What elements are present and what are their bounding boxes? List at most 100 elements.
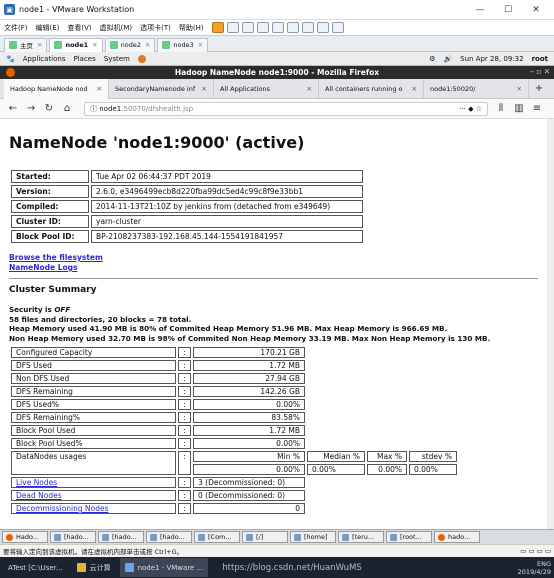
decommissioning-nodes-link[interactable]: Decommissioning Nodes (16, 504, 109, 513)
close-tab-icon[interactable]: ✕ (517, 85, 522, 93)
places-menu[interactable]: Places (73, 55, 95, 63)
taskbar-item[interactable]: [hado... (98, 531, 144, 543)
files-line: 58 files and directories, 20 blocks = 78… (9, 314, 192, 324)
close-tab-icon[interactable]: ✕ (97, 85, 102, 93)
menu-help[interactable]: 帮助(H) (179, 23, 204, 33)
console-view-icon[interactable] (316, 22, 329, 33)
snapshot-manager-icon[interactable] (271, 22, 284, 33)
applications-menu[interactable]: Applications (23, 55, 66, 63)
url-bar[interactable]: ⓘ node1:50070/dfshealth.jsp ··· ◆ ☆ (84, 101, 488, 116)
close-tab-icon[interactable]: ✕ (198, 41, 203, 49)
page-actions-icon[interactable]: ··· (459, 105, 466, 113)
library-icon[interactable]: ⫴ (494, 103, 508, 114)
host-date[interactable]: 2019/4/29 (518, 568, 551, 576)
live-nodes-link[interactable]: Live Nodes (16, 478, 57, 487)
vm-tab-node1[interactable]: node1 ✕ (49, 37, 103, 52)
tab-namenode[interactable]: Hadoop NameNode nod ✕ (4, 78, 109, 99)
table-row: Started: Tue Apr 02 06:44:37 PDT 2019 (11, 170, 363, 183)
close-tab-icon[interactable]: ✕ (92, 41, 97, 49)
summary-value: 83.58% (193, 412, 305, 423)
taskbar-item[interactable]: [root... (386, 531, 432, 543)
browse-filesystem-link[interactable]: Browse the filesystem (9, 253, 103, 262)
table-row: Compiled: 2014-11-13T21:10Z by jenkins fr… (11, 200, 363, 213)
system-menu[interactable]: System (104, 55, 130, 63)
tab-all-applications[interactable]: All Applications ✕ (214, 78, 319, 99)
bookmark-star-icon[interactable]: ☆ (476, 105, 482, 113)
table-row: Block Pool Used%:0.00% (11, 438, 457, 449)
vm-tab-home[interactable]: 主页 ✕ (4, 37, 48, 52)
taskbar-item[interactable]: [hado... (146, 531, 192, 543)
maximize-button[interactable]: ☐ (494, 5, 522, 15)
vm-tab-node3[interactable]: node3 ✕ (157, 37, 209, 52)
info-key: Compiled: (11, 200, 89, 213)
tab-all-containers[interactable]: All containers running o ✕ (319, 78, 424, 99)
reload-icon[interactable]: ↻ (42, 103, 56, 114)
menu-file[interactable]: 文件(F) (4, 23, 28, 33)
applications-menu-icon[interactable]: 🐾 (6, 55, 15, 63)
volume-icon[interactable]: 🔊 (443, 55, 452, 63)
revert-snapshot-icon[interactable] (256, 22, 269, 33)
summary-value: 0 (193, 503, 305, 514)
summary-sep: : (178, 425, 191, 436)
new-tab-icon[interactable]: + (532, 83, 546, 94)
vm-tab-node2[interactable]: node2 ✕ (104, 37, 156, 52)
watermark: https://blog.csdn.net/HuanWuMS (222, 562, 362, 573)
tab-node1-50020[interactable]: node1:50020/✕ (424, 78, 529, 99)
taskbar-item[interactable]: [Com... (194, 531, 240, 543)
pocket-icon[interactable]: ◆ (468, 105, 473, 113)
library-icon[interactable] (286, 22, 299, 33)
table-row: Version: 2.6.0, e3496499ecb8d220fba99dc5e… (11, 185, 363, 198)
menu-tabs[interactable]: 选项卡(T) (140, 23, 171, 33)
taskbar-item[interactable]: [teru... (338, 531, 384, 543)
firefox-tabbar: Hadoop NameNode nod ✕ SecondaryNamenode i… (0, 78, 554, 99)
vmware-tabbar: 主页 ✕ node1 ✕ node2 ✕ node3 ✕ (0, 36, 554, 52)
forward-icon[interactable]: → (24, 103, 38, 114)
summary-value: 0.00% (193, 438, 305, 449)
host-taskbar-item[interactable]: 云计算 (72, 558, 116, 577)
taskbar-item[interactable]: Hado... (2, 531, 48, 543)
page-scrollbar[interactable] (547, 119, 554, 529)
minimize-button[interactable]: — (466, 5, 494, 15)
guest-taskbar: Hado... [hado... [hado... [hado... [Com.… (0, 529, 554, 544)
clock[interactable]: Sun Apr 28, 09:32 (460, 55, 523, 63)
taskbar-item[interactable]: hado... (434, 531, 480, 543)
close-tab-icon[interactable]: ✕ (145, 41, 150, 49)
close-tab-icon[interactable]: ✕ (307, 85, 312, 93)
menu-view[interactable]: 查看(V) (67, 23, 91, 33)
dead-nodes-link[interactable]: Dead Nodes (16, 491, 62, 500)
pause-icon[interactable] (211, 22, 224, 33)
close-button[interactable]: ✕ (522, 5, 550, 15)
summary-sep: : (178, 373, 191, 384)
home-icon[interactable]: ⌂ (60, 103, 74, 114)
menu-icon[interactable]: ≡ (530, 103, 544, 114)
close-tab-icon[interactable]: ✕ (202, 85, 207, 93)
close-tab-icon[interactable]: ✕ (412, 85, 417, 93)
firefox-window-controls[interactable]: – ▫ ✕ (530, 67, 550, 76)
info-icon[interactable]: ⓘ (90, 105, 99, 113)
sidebar-icon[interactable]: ▥ (512, 103, 526, 114)
fullscreen-icon[interactable] (331, 22, 344, 33)
device-icons[interactable]: ▭ ▭ ▭ ▭ (520, 547, 551, 555)
host-taskbar-item[interactable]: node1 - VMware ... (119, 558, 209, 577)
firefox-launcher-icon[interactable] (137, 54, 146, 63)
taskbar-item[interactable]: [home] (290, 531, 336, 543)
taskbar-item[interactable]: [/] (242, 531, 288, 543)
tab-secondary-namenode[interactable]: SecondaryNamenode inf ✕ (109, 78, 214, 99)
host-taskbar-item[interactable]: ATest [C:\User... (3, 558, 68, 577)
heap-line: Heap Memory used 41.90 MB is 80% of Comm… (9, 324, 448, 333)
info-value: BP-2108237383-192.168.45.144-15541918419… (91, 230, 363, 243)
user-menu[interactable]: root (532, 55, 548, 63)
summary-label: DFS Remaining (11, 386, 176, 397)
namenode-logs-link[interactable]: NameNode Logs (9, 263, 78, 272)
close-tab-icon[interactable]: ✕ (37, 41, 42, 49)
menu-vm[interactable]: 虚拟机(M) (100, 23, 133, 33)
taskbar-item[interactable]: [hado... (50, 531, 96, 543)
network-icon[interactable]: ⚙ (429, 55, 435, 63)
thumbnail-icon[interactable] (301, 22, 314, 33)
snapshot-icon[interactable] (241, 22, 254, 33)
back-icon[interactable]: ← (6, 103, 20, 114)
language-indicator[interactable]: ENG (537, 560, 551, 568)
system-tray[interactable]: ENG 2019/4/29 (518, 560, 551, 576)
menu-edit[interactable]: 编辑(E) (36, 23, 60, 33)
send-keys-icon[interactable] (226, 22, 239, 33)
